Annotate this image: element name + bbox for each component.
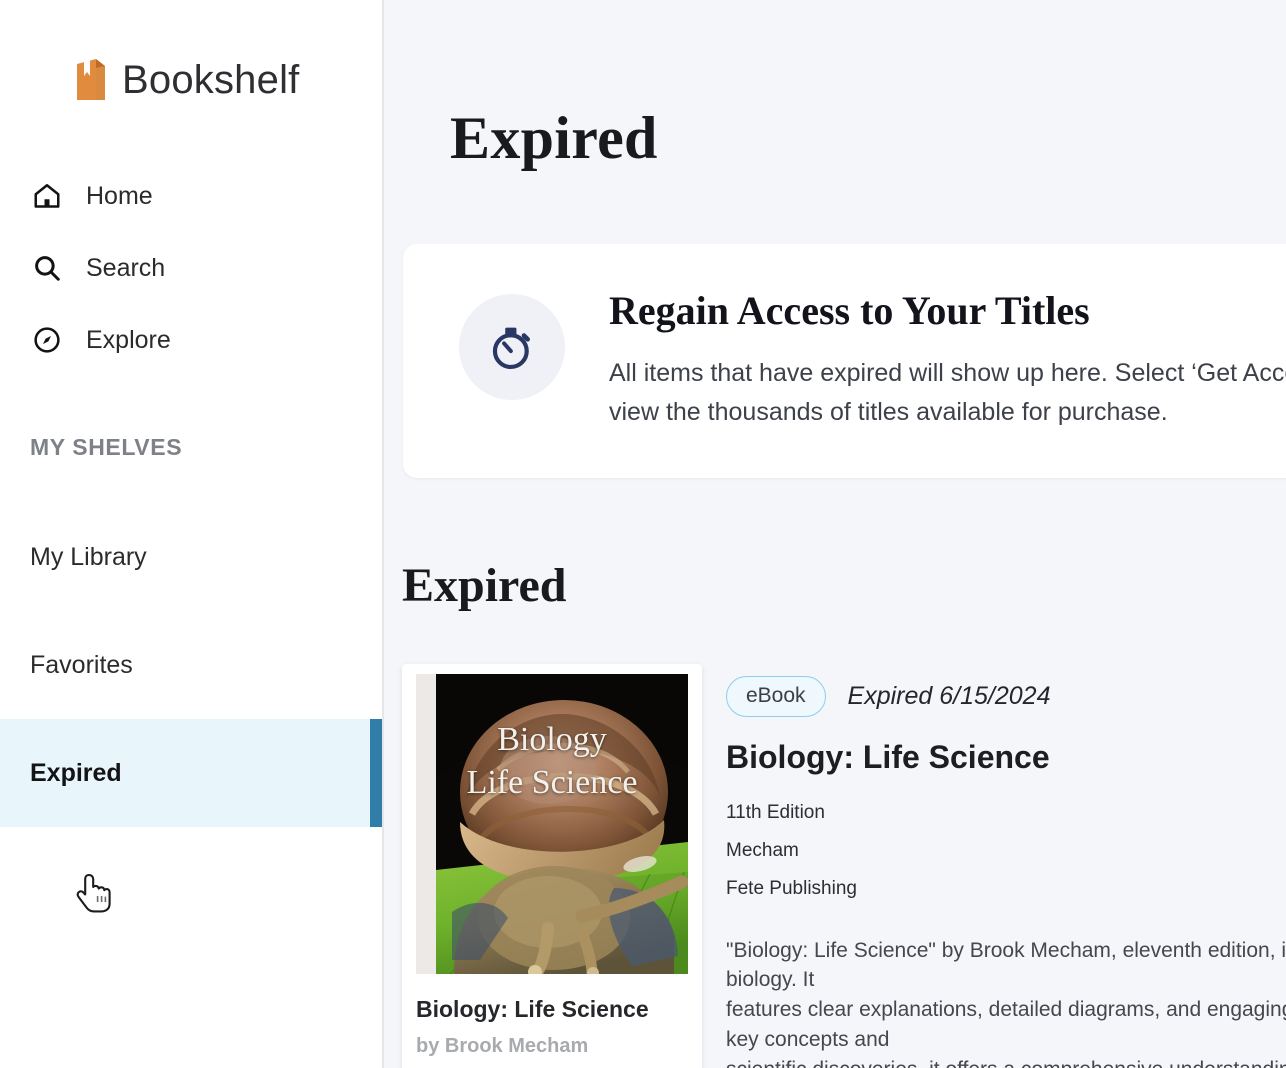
shelf-item-label: Expired [30, 758, 122, 787]
book-logo-icon [74, 58, 108, 102]
book-description: "Biology: Life Science" by Brook Mecham,… [726, 938, 1286, 1068]
section-title-expired: Expired [402, 558, 567, 612]
shelf-list: My Library Favorites Expired [0, 503, 382, 827]
sidebar: Bookshelf Home Search Explore MY SHELVES… [0, 0, 384, 1068]
pointer-hand-cursor [76, 872, 116, 916]
book-meta-list: 11th Edition Mecham Fete Publishing [726, 802, 1286, 900]
primary-nav: Home Search Explore [0, 160, 382, 376]
sidebar-item-explore[interactable]: Explore [0, 304, 382, 376]
brand-name: Bookshelf [122, 58, 300, 102]
sidebar-item-favorites[interactable]: Favorites [0, 611, 382, 719]
main-content: Expired Regain Access to Your Titles All… [384, 0, 1286, 1068]
book-card-author: by Brook Mecham [416, 1034, 589, 1057]
expired-date-label: Expired 6/15/2024 [847, 681, 1051, 710]
sidebar-item-my-library[interactable]: My Library [0, 503, 382, 611]
book-card-title: Biology: Life Science [416, 995, 649, 1022]
brand-logo[interactable]: Bookshelf [0, 0, 382, 102]
shelf-item-label: My Library [30, 542, 147, 571]
book-author: Mecham [726, 839, 799, 861]
compass-icon [30, 323, 64, 357]
book-cover-image [436, 673, 688, 974]
sidebar-item-label: Search [86, 253, 166, 282]
regain-access-banner: Regain Access to Your Titles All items t… [403, 244, 1286, 478]
status-badge-format: eBook [726, 675, 826, 717]
book-row: Biology Life Science Biology: Life Scien… [402, 663, 1286, 1068]
sidebar-item-home[interactable]: Home [0, 160, 382, 232]
book-details: eBook Expired 6/15/2024 Biology: Life Sc… [702, 664, 1286, 1068]
sidebar-item-label: Explore [86, 325, 171, 354]
book-publisher: Fete Publishing [726, 877, 857, 899]
book-cover[interactable]: Biology Life Science [416, 673, 688, 974]
sidebar-item-label: Home [86, 181, 153, 210]
book-detail-header: eBook Expired 6/15/2024 [726, 675, 1286, 717]
search-icon [30, 251, 64, 285]
shelves-heading: MY SHELVES [30, 434, 183, 460]
stopwatch-icon [459, 294, 565, 400]
sidebar-item-search[interactable]: Search [0, 232, 382, 304]
page-title: Expired [450, 105, 658, 171]
home-icon [30, 179, 64, 213]
banner-title: Regain Access to Your Titles [609, 288, 1090, 333]
shelf-item-label: Favorites [30, 650, 133, 679]
book-cover-card[interactable]: Biology Life Science Biology: Life Scien… [402, 663, 702, 1068]
bookshelf-app: Bookshelf Home Search Explore MY SHELVES… [0, 0, 1286, 1068]
book-title: Biology: Life Science [726, 738, 1050, 775]
sidebar-item-expired[interactable]: Expired [0, 719, 382, 827]
book-edition: 11th Edition [726, 801, 825, 823]
banner-description: All items that have expired will show up… [609, 359, 1286, 426]
